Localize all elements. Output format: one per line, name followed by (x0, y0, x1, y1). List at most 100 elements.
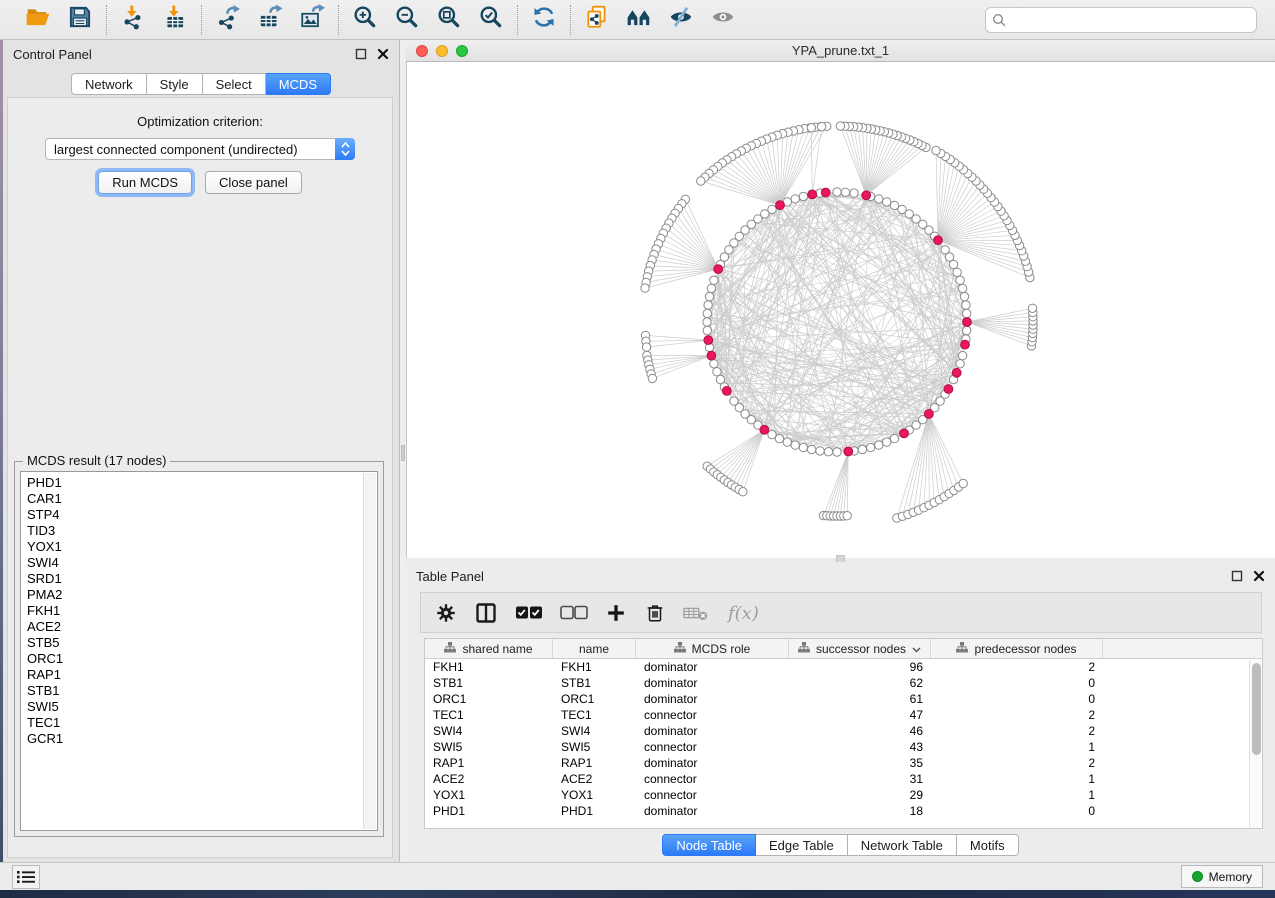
table-row[interactable]: SWI4SWI4dominator462 (425, 723, 1262, 739)
tab-edge-table[interactable]: Edge Table (756, 834, 848, 856)
run-mcds-button[interactable]: Run MCDS (98, 171, 192, 194)
table-cell: ACE2 (553, 772, 636, 786)
mcds-result-item[interactable]: STP4 (27, 507, 377, 523)
table-row[interactable]: SWI5SWI5connector431 (425, 739, 1262, 755)
table-row[interactable]: PHD1PHD1dominator180 (425, 803, 1262, 819)
tree-icon (798, 642, 810, 656)
tab-select[interactable]: Select (203, 73, 266, 95)
memory-button[interactable]: Memory (1181, 865, 1263, 888)
function-builder-button[interactable]: f(x) (726, 601, 766, 625)
table-cell: RAP1 (425, 756, 553, 770)
tab-node-table[interactable]: Node Table (662, 834, 756, 856)
show-all-button[interactable] (709, 6, 737, 34)
mcds-result-item[interactable]: SRD1 (27, 571, 377, 587)
deselect-all-button[interactable] (560, 605, 588, 620)
mcds-result-list[interactable]: PHD1CAR1STP4TID3YOX1SWI4SRD1PMA2FKH1ACE2… (20, 471, 378, 831)
mcds-result-item[interactable]: RAP1 (27, 667, 377, 683)
tab-network[interactable]: Network (71, 73, 147, 95)
tab-style[interactable]: Style (147, 73, 203, 95)
mcds-result-fieldset: MCDS result (17 nodes) PHD1CAR1STP4TID3Y… (14, 461, 384, 837)
column-header-name[interactable]: name (553, 639, 636, 658)
export-image-button[interactable] (298, 6, 326, 34)
select-all-button[interactable] (515, 605, 543, 620)
tab-mcds[interactable]: MCDS (266, 73, 331, 95)
zoom-in-button[interactable] (351, 6, 379, 34)
console-log-button[interactable] (12, 865, 40, 889)
mcds-result-item[interactable]: CAR1 (27, 491, 377, 507)
column-header-predecessor-nodes[interactable]: predecessor nodes (931, 639, 1103, 658)
float-panel-button[interactable] (355, 48, 367, 60)
clone-network-button[interactable] (583, 6, 611, 34)
desktop-wallpaper-edge (0, 890, 1275, 898)
hide-selected-button[interactable] (667, 6, 695, 34)
save-session-button[interactable] (66, 6, 94, 34)
close-mcds-panel-button[interactable]: Close panel (205, 171, 302, 194)
mcds-result-item[interactable]: PMA2 (27, 587, 377, 603)
zoom-in-icon (352, 4, 378, 35)
table-settings-button[interactable] (435, 602, 457, 624)
table-scrollbar[interactable] (1249, 660, 1262, 828)
import-table-button[interactable] (161, 6, 189, 34)
mcds-result-item[interactable]: ACE2 (27, 619, 377, 635)
mcds-result-item[interactable]: YOX1 (27, 539, 377, 555)
table-row[interactable]: STB1STB1dominator620 (425, 675, 1262, 691)
save-floppy-icon (67, 4, 93, 35)
table-panel-title: Table Panel (416, 569, 484, 584)
table-row[interactable]: TEC1TEC1connector472 (425, 707, 1262, 723)
table-row[interactable]: ORC1ORC1dominator610 (425, 691, 1262, 707)
mcds-result-item[interactable]: STB5 (27, 635, 377, 651)
mcds-result-item[interactable]: GCR1 (27, 731, 377, 747)
export-table-button[interactable] (256, 6, 284, 34)
mcds-result-item[interactable]: STB1 (27, 683, 377, 699)
network-graph[interactable] (407, 62, 1275, 558)
table-row[interactable]: FKH1FKH1dominator962 (425, 659, 1262, 675)
table-row[interactable]: RAP1RAP1dominator352 (425, 755, 1262, 771)
column-header-shared-name[interactable]: shared name (425, 639, 553, 658)
export-network-icon (215, 4, 241, 35)
node-table-header: shared namenameMCDS rolesuccessor nodesp… (425, 639, 1262, 659)
mcds-result-item[interactable]: TEC1 (27, 715, 377, 731)
add-column-button[interactable] (605, 602, 627, 624)
search-network-button[interactable] (625, 6, 653, 34)
column-header-MCDS-role[interactable]: MCDS role (636, 639, 789, 658)
table-row[interactable]: ACE2ACE2connector311 (425, 771, 1262, 787)
table-cell: 18 (789, 804, 931, 818)
network-canvas[interactable] (406, 62, 1275, 558)
tab-network-table[interactable]: Network Table (848, 834, 957, 856)
table-cell: dominator (636, 724, 789, 738)
mcds-result-item[interactable]: SWI4 (27, 555, 377, 571)
delete-column-button[interactable] (644, 602, 666, 624)
export-image-icon (299, 4, 325, 35)
table-cell: PHD1 (553, 804, 636, 818)
zoom-fit-button[interactable] (435, 6, 463, 34)
zoom-fit-icon (436, 4, 462, 35)
column-header-successor-nodes[interactable]: successor nodes (789, 639, 931, 658)
export-network-button[interactable] (214, 6, 242, 34)
float-panel-button[interactable] (1231, 570, 1243, 582)
splitter-grip[interactable] (401, 445, 405, 461)
mcds-result-item[interactable]: FKH1 (27, 603, 377, 619)
search-input[interactable] (985, 7, 1257, 33)
mcds-result-item[interactable]: SWI5 (27, 699, 377, 715)
mcds-result-item[interactable]: ORC1 (27, 651, 377, 667)
table-row[interactable]: YOX1YOX1connector291 (425, 787, 1262, 803)
mcds-list-scrollbar[interactable] (363, 473, 376, 829)
table-cell: 62 (789, 676, 931, 690)
close-panel-button[interactable] (1253, 570, 1265, 582)
split-view-button[interactable] (474, 601, 498, 625)
mcds-result-item[interactable]: PHD1 (27, 475, 377, 491)
tab-motifs[interactable]: Motifs (957, 834, 1019, 856)
table-cell: 2 (931, 756, 1103, 770)
close-panel-button[interactable] (377, 48, 389, 60)
network-window-title: YPA_prune.txt_1 (406, 43, 1275, 58)
optimization-criterion-select[interactable]: largest connected component (undirected) (45, 138, 355, 160)
zoom-selected-button[interactable] (477, 6, 505, 34)
table-scrollbar-thumb[interactable] (1252, 663, 1261, 755)
refresh-layout-button[interactable] (530, 6, 558, 34)
zoom-out-button[interactable] (393, 6, 421, 34)
zoom-selected-icon (478, 4, 504, 35)
open-session-button[interactable] (24, 6, 52, 34)
import-network-button[interactable] (119, 6, 147, 34)
mcds-result-item[interactable]: TID3 (27, 523, 377, 539)
clear-table-button[interactable] (683, 604, 709, 622)
